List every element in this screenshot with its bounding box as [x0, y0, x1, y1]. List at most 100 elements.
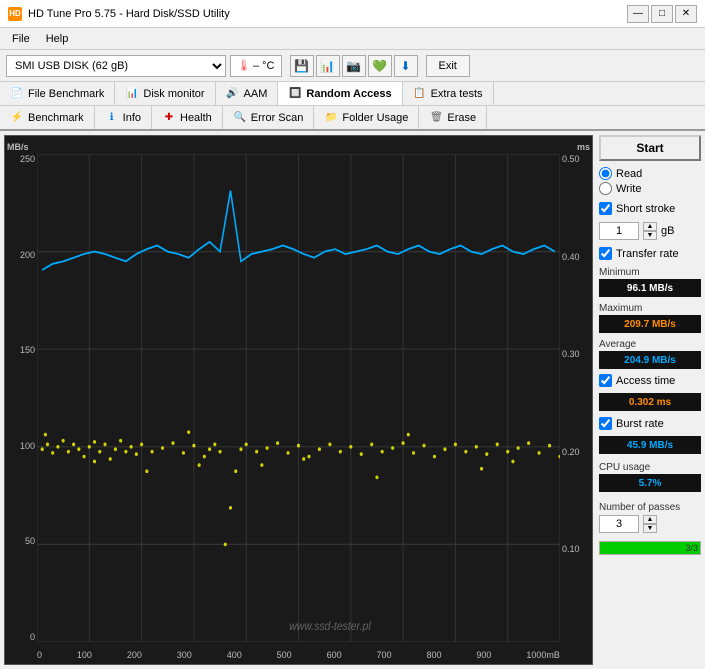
chart-svg: www.ssd-tester.pl	[37, 154, 560, 642]
short-stroke-checkbox[interactable]	[599, 202, 612, 215]
x-axis: 0 100 200 300 400 500 600 700 800 900 10…	[37, 650, 560, 660]
title-bar-left: HD HD Tune Pro 5.75 - Hard Disk/SSD Util…	[8, 7, 230, 21]
stroke-row: ▲ ▼ gB	[599, 222, 701, 240]
y-left-250: 250	[20, 154, 35, 164]
download-icon[interactable]: ⬇	[394, 55, 418, 77]
burst-rate-option[interactable]: Burst rate	[599, 417, 701, 430]
x-700: 700	[377, 650, 392, 660]
svg-text:www.ssd-tester.pl: www.ssd-tester.pl	[289, 620, 371, 633]
average-section: Average 204.9 MB/s	[599, 337, 701, 369]
access-time-checkbox[interactable]	[599, 374, 612, 387]
read-radio[interactable]	[599, 167, 612, 180]
tab-file-benchmark[interactable]: 📄 File Benchmark	[0, 82, 115, 105]
disk-icon-2[interactable]: 📊	[316, 55, 340, 77]
burst-rate-value: 45.9 MB/s	[599, 436, 701, 454]
thermometer-icon: 🌡	[237, 59, 251, 72]
cpu-usage-value: 5.7%	[599, 474, 701, 492]
transfer-rate-label: Transfer rate	[616, 248, 679, 260]
write-option[interactable]: Write	[599, 182, 701, 195]
save-icon[interactable]: 💚	[368, 55, 392, 77]
y-right-030: 0.30	[562, 349, 580, 359]
menu-help[interactable]: Help	[38, 31, 77, 47]
tab-info-label: Info	[123, 112, 141, 124]
tab-extra-tests[interactable]: 📋 Extra tests	[403, 82, 494, 105]
x-0: 0	[37, 650, 42, 660]
tab-health[interactable]: ✚ Health	[152, 106, 223, 129]
short-stroke-option[interactable]: Short stroke	[599, 202, 701, 215]
stroke-spinners: ▲ ▼	[643, 222, 657, 240]
random-access-icon: 🔲	[288, 87, 302, 101]
passes-up[interactable]: ▲	[643, 515, 657, 524]
y-right-010: 0.10	[562, 544, 580, 554]
minimize-button[interactable]: —	[627, 5, 649, 23]
x-1000: 1000mB	[526, 650, 560, 660]
tab-extra-tests-label: Extra tests	[431, 88, 483, 100]
average-label: Average	[599, 339, 701, 350]
tab-benchmark[interactable]: ⚡ Benchmark	[0, 106, 95, 129]
health-icon: ✚	[162, 111, 176, 125]
tab-random-access[interactable]: 🔲 Random Access	[278, 82, 402, 105]
tab-row-1: 📄 File Benchmark 📊 Disk monitor 🔊 AAM 🔲 …	[0, 82, 705, 106]
transfer-rate-option[interactable]: Transfer rate	[599, 247, 701, 260]
read-option[interactable]: Read	[599, 167, 701, 180]
stroke-up[interactable]: ▲	[643, 222, 657, 231]
temp-value: – °C	[253, 60, 275, 72]
passes-input[interactable]	[599, 515, 639, 533]
menu-file[interactable]: File	[4, 31, 38, 47]
app-icon: HD	[8, 7, 22, 21]
tab-erase[interactable]: 🗑 Erase	[419, 106, 487, 129]
x-100: 100	[77, 650, 92, 660]
access-time-option[interactable]: Access time	[599, 374, 701, 387]
disk-icon-1[interactable]: 💾	[290, 55, 314, 77]
camera-icon[interactable]: 📷	[342, 55, 366, 77]
cpu-usage-section: CPU usage 5.7%	[599, 460, 701, 492]
benchmark-icon: ⚡	[10, 111, 24, 125]
cpu-usage-label: CPU usage	[599, 462, 701, 473]
x-300: 300	[177, 650, 192, 660]
tab-row-2: ⚡ Benchmark ℹ Info ✚ Health 🔍 Error Scan…	[0, 106, 705, 129]
burst-rate-checkbox[interactable]	[599, 417, 612, 430]
app-title: HD Tune Pro 5.75 - Hard Disk/SSD Utility	[28, 8, 230, 20]
exit-button[interactable]: Exit	[426, 55, 470, 77]
write-radio[interactable]	[599, 182, 612, 195]
minimum-label: Minimum	[599, 267, 701, 278]
tab-file-benchmark-label: File Benchmark	[28, 88, 104, 100]
stroke-down[interactable]: ▼	[643, 231, 657, 240]
write-label: Write	[616, 183, 641, 195]
menu-bar: File Help	[0, 28, 705, 50]
maximize-button[interactable]: □	[651, 5, 673, 23]
start-button[interactable]: Start	[599, 135, 701, 161]
tab-erase-label: Erase	[447, 112, 476, 124]
progress-bar-container: 3/3	[599, 541, 701, 555]
maximum-section: Maximum 209.7 MB/s	[599, 301, 701, 333]
read-label: Read	[616, 168, 642, 180]
x-600: 600	[327, 650, 342, 660]
x-400: 400	[227, 650, 242, 660]
y-left-unit: MB/s	[7, 142, 29, 152]
maximum-value: 209.7 MB/s	[599, 315, 701, 333]
y-left-200: 200	[20, 250, 35, 260]
passes-label: Number of passes	[599, 502, 701, 513]
tab-health-label: Health	[180, 112, 212, 124]
main-content: MB/s ms 250 200 150 100 50 0 0.50 0.40 0…	[0, 131, 705, 669]
toolbar: SMI USB DISK (62 gB) 🌡 – °C 💾 📊 📷 💚 ⬇ Ex…	[0, 50, 705, 82]
maximum-label: Maximum	[599, 303, 701, 314]
tab-folder-usage[interactable]: 📁 Folder Usage	[314, 106, 419, 129]
disk-select[interactable]: SMI USB DISK (62 gB)	[6, 55, 226, 77]
disk-monitor-icon: 📊	[125, 87, 139, 101]
file-benchmark-icon: 📄	[10, 87, 24, 101]
passes-spinners: ▲ ▼	[643, 515, 657, 533]
tab-info[interactable]: ℹ Info	[95, 106, 152, 129]
tab-aam[interactable]: 🔊 AAM	[216, 82, 279, 105]
y-left-axis: 250 200 150 100 50 0	[7, 154, 35, 642]
close-button[interactable]: ✕	[675, 5, 697, 23]
passes-down[interactable]: ▼	[643, 524, 657, 533]
y-right-unit: ms	[577, 142, 590, 152]
extra-tests-icon: 📋	[413, 87, 427, 101]
stroke-input[interactable]	[599, 222, 639, 240]
progress-text: 3/3	[685, 543, 698, 553]
transfer-rate-checkbox[interactable]	[599, 247, 612, 260]
tab-error-scan[interactable]: 🔍 Error Scan	[223, 106, 315, 129]
tab-random-access-label: Random Access	[306, 88, 391, 100]
tab-disk-monitor[interactable]: 📊 Disk monitor	[115, 82, 215, 105]
